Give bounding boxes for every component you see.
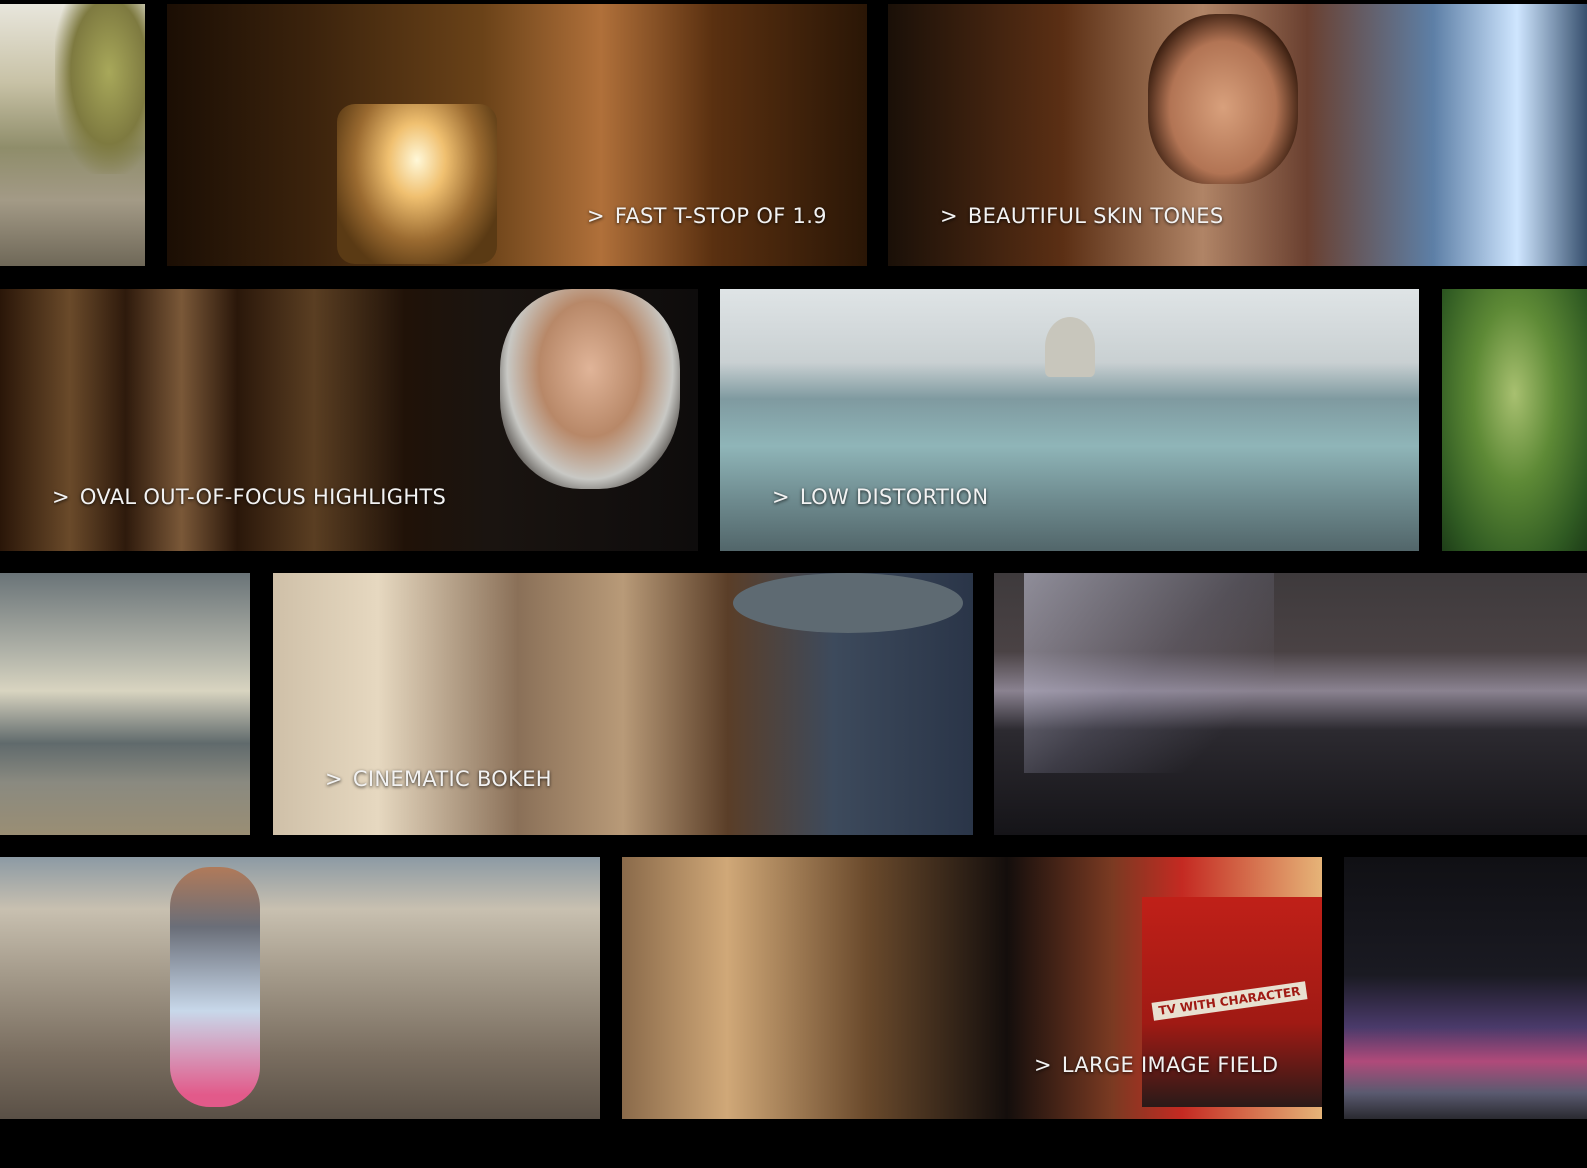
caption-large-image-field: > LARGE IMAGE FIELD (1034, 1053, 1278, 1077)
photo-regent-street-night: TV WITH CHARACTER > LARGE IMAGE FIELD (622, 857, 1322, 1119)
light-beam (1024, 573, 1274, 773)
photo-green-tree (1442, 289, 1587, 551)
photo-riverside-walk (0, 4, 145, 266)
candle-glow (337, 104, 497, 264)
caption-low-distortion: > LOW DISTORTION (772, 485, 988, 509)
photo-candle-hand: > FAST T-STOP OF 1.9 (167, 4, 867, 266)
skipping-girl (170, 867, 260, 1107)
caption-arrow: > (940, 204, 958, 228)
photo-bearded-man: > OVAL OUT-OF-FOCUS HIGHLIGHTS (0, 289, 698, 551)
photo-millennium-bridge: > LOW DISTORTION (720, 289, 1419, 551)
caption-fast-tstop: > FAST T-STOP OF 1.9 (587, 204, 827, 228)
caption-arrow: > (52, 485, 70, 509)
caption-text: CINEMATIC BOKEH (352, 767, 552, 791)
photo-boy-skin-tones: > BEAUTIFUL SKIN TONES (888, 4, 1587, 266)
photo-boy-in-church: > CINEMATIC BOKEH (273, 573, 973, 835)
caption-text: LARGE IMAGE FIELD (1061, 1053, 1279, 1077)
bus-ad-text: TV WITH CHARACTER (1151, 981, 1308, 1021)
caption-arrow: > (772, 485, 790, 509)
cathedral-dome (1045, 317, 1095, 377)
caption-text: LOW DISTORTION (799, 485, 989, 509)
caption-skin-tones: > BEAUTIFUL SKIN TONES (940, 204, 1224, 228)
boy-face (1148, 14, 1298, 184)
caption-oval-highlights: > OVAL OUT-OF-FOCUS HIGHLIGHTS (52, 485, 446, 509)
caption-text: FAST T-STOP OF 1.9 (614, 204, 827, 228)
caption-arrow: > (587, 204, 605, 228)
photo-girl-skipping (0, 857, 600, 1119)
man-face (500, 289, 680, 489)
caption-text: BEAUTIFUL SKIN TONES (967, 204, 1224, 228)
caption-text: OVAL OUT-OF-FOCUS HIGHLIGHTS (79, 485, 447, 509)
caption-arrow: > (1034, 1053, 1052, 1077)
caption-arrow: > (325, 767, 343, 791)
photo-thames-bridge (0, 573, 250, 835)
caption-cinematic-bokeh: > CINEMATIC BOKEH (325, 767, 552, 791)
photo-theatre-light-beam (994, 573, 1587, 835)
flat-cap (733, 573, 963, 633)
photo-christmas-lights-avenue (1344, 857, 1587, 1119)
